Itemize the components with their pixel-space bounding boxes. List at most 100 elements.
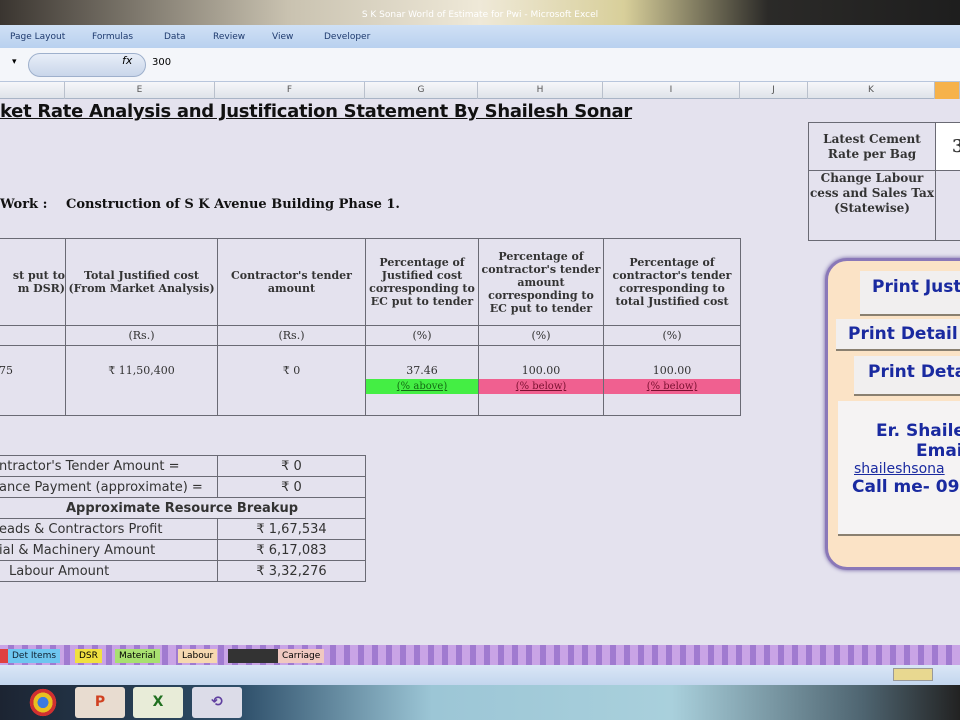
- summary-row: eads & Contractors Profit ₹ 1,67,534: [0, 518, 366, 540]
- sheet-tab-material[interactable]: Material: [115, 649, 160, 663]
- formula-bar: ▾ fx 300: [0, 48, 960, 82]
- column-header-f[interactable]: F: [215, 82, 365, 99]
- dropdown-arrow-icon[interactable]: ▾: [12, 57, 17, 67]
- tab-data[interactable]: Data: [164, 32, 186, 42]
- header-ec-put-to-tender: st put to m DSR): [0, 238, 66, 326]
- summary-label: Labour Amount: [0, 560, 218, 582]
- cement-rate-input[interactable]: 3: [935, 122, 960, 171]
- summary-value[interactable]: ₹ 0: [217, 455, 366, 477]
- sheet-tab-hidden[interactable]: [228, 649, 278, 663]
- sheet-tabs: Det Items DSR Material Labour Carriage: [0, 645, 960, 665]
- column-header-k[interactable]: K: [808, 82, 935, 99]
- sheet-tab-labour[interactable]: Labour: [178, 649, 218, 663]
- tab-developer[interactable]: Developer: [324, 32, 370, 42]
- taskbar: P X ⟲: [0, 685, 960, 720]
- unit-cell[interactable]: (Rs.): [65, 325, 218, 346]
- window-title: S K Sonar World of Estimate for Pwi - Mi…: [361, 10, 599, 20]
- excel-icon[interactable]: X: [133, 687, 183, 718]
- above-badge: (% above): [366, 379, 478, 394]
- tab-page-layout[interactable]: Page Layout: [10, 32, 65, 42]
- unit-cell[interactable]: (%): [603, 325, 741, 346]
- unit-cell[interactable]: (Rs.): [217, 325, 366, 346]
- column-header-h[interactable]: H: [478, 82, 603, 99]
- summary-label: eads & Contractors Profit: [0, 518, 218, 540]
- tab-view[interactable]: View: [272, 32, 293, 42]
- cement-rate-row: Latest Cement Rate per Bag 3: [808, 122, 960, 171]
- tab-formulas[interactable]: Formulas: [92, 32, 133, 42]
- view-buttons[interactable]: [893, 668, 933, 681]
- summary-label: ial & Machinery Amount: [0, 539, 218, 561]
- work-label: Work :: [0, 197, 48, 212]
- column-header-g[interactable]: G: [365, 82, 478, 99]
- pct-justified-value: 37.46: [406, 364, 438, 377]
- labour-cess-label: Change Labour cess and Sales Tax (Statew…: [808, 170, 936, 241]
- unit-cell[interactable]: (%): [478, 325, 604, 346]
- app-icon[interactable]: ⟲: [192, 687, 242, 718]
- print-details-button[interactable]: Print Deta: [854, 356, 960, 396]
- column-header-j[interactable]: J: [740, 82, 808, 99]
- below-badge: (% below): [604, 379, 740, 394]
- header-pct-tender: Percentage of contractor's tender amount…: [478, 238, 604, 326]
- table-units-row: (Rs.) (Rs.) (%) (%) (%): [0, 325, 741, 346]
- summary-value[interactable]: ₹ 3,32,276: [217, 560, 366, 582]
- summary-value[interactable]: ₹ 0: [217, 476, 366, 498]
- column-header-l-selected[interactable]: [935, 82, 960, 99]
- table-header-row: st put to m DSR) Total Justified cost (F…: [0, 238, 741, 326]
- work-value: Construction of S K Avenue Building Phas…: [66, 197, 400, 212]
- header-total-justified: Total Justified cost (From Market Analys…: [65, 238, 218, 326]
- rate-settings-table: Latest Cement Rate per Bag 3 Change Labou…: [808, 122, 960, 241]
- print-justification-button[interactable]: Print Just: [860, 271, 960, 316]
- formula-input[interactable]: 300: [152, 57, 171, 68]
- summary-label: ance Payment (approximate) =: [0, 476, 218, 498]
- summary-heading-row: Approximate Resource Breakup: [0, 497, 366, 519]
- pct-justified-cell[interactable]: 37.46 (% above): [365, 345, 479, 416]
- powerpoint-icon[interactable]: P: [75, 687, 125, 718]
- sheet-tab-carriage[interactable]: Carriage: [278, 649, 325, 663]
- summary-value[interactable]: ₹ 6,17,083: [217, 539, 366, 561]
- column-header-d[interactable]: [0, 82, 65, 99]
- phone-text: Call me- 09: [852, 477, 960, 497]
- email-label: Emai: [916, 441, 960, 461]
- unit-cell[interactable]: (%): [365, 325, 479, 346]
- labour-cess-input[interactable]: [935, 170, 960, 241]
- ribbon-tabs: Page Layout Formulas Data Review View De…: [0, 25, 960, 48]
- below-badge: (% below): [479, 379, 603, 394]
- print-detailed-button[interactable]: Print Detail: [836, 319, 960, 351]
- justified-value[interactable]: ₹ 11,50,400: [65, 345, 218, 416]
- print-panel: Print Just Print Detail Print Deta Er. S…: [825, 258, 960, 570]
- column-headers: E F G H I J K: [0, 82, 960, 99]
- column-header-i[interactable]: I: [603, 82, 740, 99]
- header-pct-justified: Percentage of Justified cost correspondi…: [365, 238, 479, 326]
- pct-tender-value: 100.00: [521, 364, 561, 377]
- table-row: 75 ₹ 11,50,400 ₹ 0 37.46 (% above) 100.00…: [0, 345, 741, 416]
- unit-cell[interactable]: [0, 325, 66, 346]
- contact-box: Er. Shaile Emai shaileshsona Call me- 09: [838, 401, 960, 536]
- status-bar: [0, 665, 960, 685]
- header-pct-tender-justified: Percentage of contractor's tender corres…: [603, 238, 741, 326]
- pct-tender-justified-value: 100.00: [652, 364, 692, 377]
- summary-row: ance Payment (approximate) = ₹ 0: [0, 476, 366, 498]
- header-tender-amount: Contractor's tender amount: [217, 238, 366, 326]
- sheet-title: ket Rate Analysis and Justification Stat…: [0, 101, 632, 122]
- pct-tender-justified-cell[interactable]: 100.00 (% below): [603, 345, 741, 416]
- resource-breakup-heading: Approximate Resource Breakup: [0, 497, 366, 519]
- sheet-tab-dsr[interactable]: DSR: [75, 649, 102, 663]
- email-link[interactable]: shaileshsona: [838, 461, 960, 477]
- pct-tender-cell[interactable]: 100.00 (% below): [478, 345, 604, 416]
- sheet-tab-prev[interactable]: [0, 649, 8, 663]
- chrome-icon[interactable]: [28, 687, 58, 718]
- summary-row: Labour Amount ₹ 3,32,276: [0, 560, 366, 582]
- column-header-e[interactable]: E: [65, 82, 215, 99]
- sheet-tab-det-items[interactable]: Det Items: [8, 649, 61, 663]
- summary-value[interactable]: ₹ 1,67,534: [217, 518, 366, 540]
- justification-table: st put to m DSR) Total Justified cost (F…: [0, 238, 741, 416]
- author-name: Er. Shaile: [876, 421, 960, 441]
- fx-icon[interactable]: fx: [122, 54, 132, 67]
- tab-review[interactable]: Review: [213, 32, 245, 42]
- summary-row: ial & Machinery Amount ₹ 6,17,083: [0, 539, 366, 561]
- ec-value[interactable]: 75: [0, 345, 66, 416]
- summary-row: ntractor's Tender Amount = ₹ 0: [0, 455, 366, 477]
- labour-cess-row: Change Labour cess and Sales Tax (Statew…: [808, 170, 960, 241]
- summary-table: ntractor's Tender Amount = ₹ 0 ance Payme…: [0, 455, 366, 582]
- tender-value[interactable]: ₹ 0: [217, 345, 366, 416]
